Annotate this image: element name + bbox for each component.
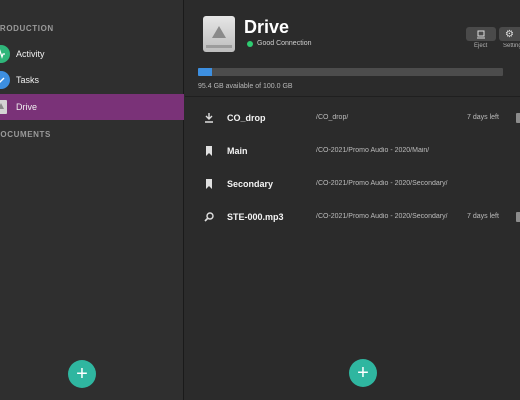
file-name: Secondary (227, 179, 274, 189)
file-row[interactable]: CO_drop /CO_drop/ 7 days left (185, 108, 520, 128)
settings-label: Settings (503, 43, 520, 49)
tasks-icon (0, 71, 10, 89)
file-name: Main (227, 146, 248, 156)
eject-icon (477, 30, 485, 38)
file-path: /CO-2021/Promo Audio - 2020/Secondary/ (316, 213, 448, 220)
connection-status-text: Good Connection (257, 40, 312, 47)
bookmark-icon (206, 179, 212, 189)
sidebar-add-button[interactable]: + (68, 360, 96, 388)
file-path: /CO-2021/Promo Audio - 2020/Secondary/ (316, 180, 448, 187)
download-icon (205, 113, 213, 123)
sidebar-item-drive[interactable]: Drive (0, 94, 184, 120)
section-label-documents: DOCUMENTS (0, 130, 51, 139)
sidebar-item-label: Activity (16, 49, 45, 59)
connection-status: Good Connection (247, 40, 311, 47)
sidebar-item-label: Drive (16, 102, 38, 112)
page-title: Drive (244, 17, 290, 37)
storage-text: 95.4 GB available of 100.0 GB (198, 83, 293, 90)
eject-button[interactable] (466, 27, 496, 41)
activity-icon (0, 45, 10, 63)
trash-icon[interactable] (516, 113, 520, 123)
drive-icon (0, 98, 10, 116)
sidebar-item-tasks[interactable]: Tasks (0, 67, 184, 93)
sidebar-item-activity[interactable]: Activity (0, 41, 184, 67)
gear-icon: ⚙ (505, 28, 514, 40)
trash-icon[interactable] (516, 212, 520, 222)
file-row[interactable]: STE-000.mp3 /CO-2021/Promo Audio - 2020/… (185, 207, 520, 227)
divider (185, 96, 520, 97)
section-label-production: PRODUCTION (0, 24, 54, 33)
file-name: STE-000.mp3 (227, 212, 284, 222)
file-path: /CO_drop/ (316, 114, 349, 121)
file-row[interactable]: Main /CO-2021/Promo Audio - 2020/Main/ (185, 141, 520, 161)
sidebar: PRODUCTION Activity Tasks Drive DOCUMENT… (0, 0, 184, 400)
bookmark-icon (206, 146, 212, 156)
storage-progress-fill (198, 68, 213, 76)
file-name: CO_drop (227, 113, 266, 123)
file-expiry: 7 days left (467, 213, 499, 220)
main-add-button[interactable]: + (349, 359, 377, 387)
file-path: /CO-2021/Promo Audio - 2020/Main/ (316, 147, 430, 154)
settings-button[interactable]: ⚙ (499, 27, 520, 41)
eject-label: Eject (474, 43, 488, 49)
file-row[interactable]: Secondary /CO-2021/Promo Audio - 2020/Se… (185, 174, 520, 194)
file-expiry: 7 days left (467, 114, 499, 121)
storage-progress-bar (198, 68, 503, 76)
link-icon (204, 212, 214, 222)
status-dot-icon (247, 40, 253, 47)
drive-header-icon (203, 16, 235, 52)
drive-panel: Drive Good Connection Eject ⚙ Settings 9… (185, 0, 520, 400)
sidebar-item-label: Tasks (16, 75, 40, 85)
